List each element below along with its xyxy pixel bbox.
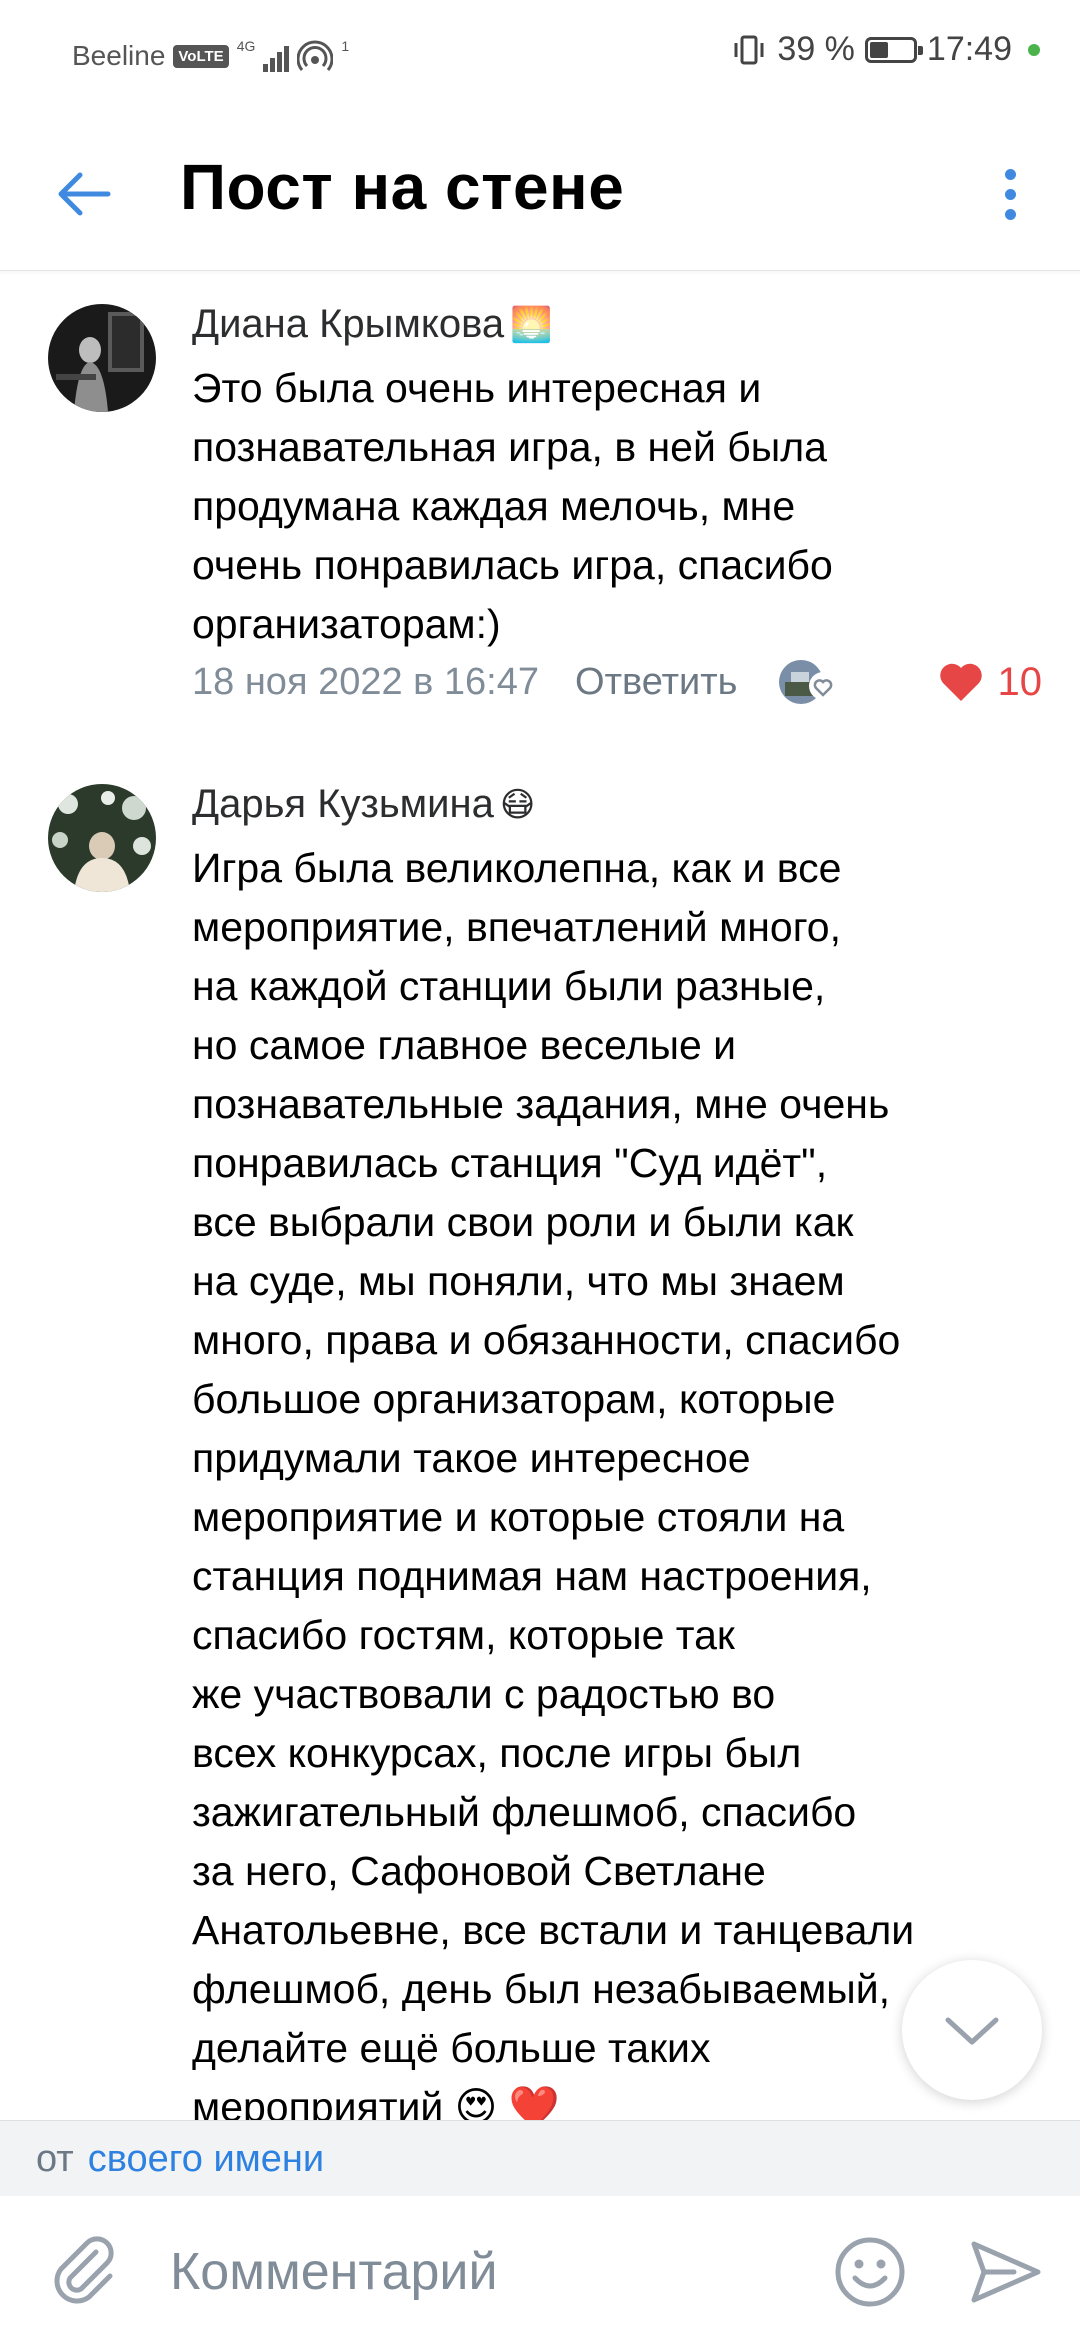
vibrate-icon [734,35,764,64]
more-vertical-icon-dot [1004,208,1016,220]
more-vertical-icon-dot [1004,188,1016,200]
back-button[interactable] [48,158,120,230]
send-button[interactable] [966,2232,1046,2312]
comment-author[interactable]: Дарья Кузьмина 😷 [192,782,535,827]
paperclip-icon [54,2236,114,2304]
hotspot-count: 1 [341,38,350,54]
attach-button[interactable] [44,2230,124,2310]
author-status-emoji: 🌅 [510,305,553,344]
like-button[interactable]: 10 [938,659,1043,705]
send-icon [971,2241,1041,2303]
status-bar-left: Beeline VoLTE 4G 1 [72,38,349,74]
arrow-left-icon [58,172,111,216]
author-name: Диана Крымкова [192,302,505,346]
comments-list[interactable]: Диана Крымкова 🌅 Это была очень интересн… [0,272,1080,2120]
liked-by-avatar[interactable] [777,658,843,706]
comment-text: Игра была великолепна, как и все меропри… [192,845,915,2120]
volte-badge: VoLTE [173,44,229,68]
reply-button[interactable]: Ответить [575,661,737,704]
avatar[interactable] [48,304,156,412]
status-bar: Beeline VoLTE 4G 1 39 % 17:49 [0,0,1080,120]
scroll-down-button[interactable] [902,1960,1042,2100]
clock: 17:49 [926,30,1012,68]
comment-author[interactable]: Диана Крымкова 🌅 [192,302,553,347]
signal-icon [263,40,290,72]
comment-date: 18 ноя 2022 в 16:47 [192,660,540,703]
author-name: Дарья Кузьмина [192,782,494,826]
battery-percent: 39 % [777,30,855,68]
avatar[interactable] [48,784,156,892]
heart-icon [939,663,982,701]
avatar-photo [48,304,156,412]
battery-icon [864,36,923,63]
hotspot-icon [297,40,334,71]
post-as-selector[interactable]: от своего имени [0,2120,1080,2197]
page-title: Пост на стене [180,151,625,223]
carrier-label: Beeline [72,40,166,71]
comment-meta: 18 ноя 2022 в 16:47 Ответить 10 [192,652,1042,712]
from-prefix: от [36,2137,74,2180]
privacy-indicator-dot [1028,43,1040,56]
more-vertical-icon [1004,168,1016,180]
like-count: 10 [997,659,1043,704]
more-options-button[interactable] [980,158,1040,230]
post-as-name[interactable]: своего имени [88,2138,324,2181]
smile-icon [835,2237,905,2307]
comment-composer [0,2196,1080,2340]
chevron-down-icon [945,2017,999,2045]
emoji-button[interactable] [830,2232,910,2312]
status-bar-right: 39 % 17:49 [731,30,1040,69]
author-status-emoji: 😷 [499,785,536,824]
avatar-photo [48,784,156,892]
app-header: Пост на стене [0,120,1080,271]
network-type-label: 4G [236,38,256,54]
comment-input[interactable] [170,2240,790,2304]
comment-text: Это была очень интересная и познавательн… [192,365,833,647]
